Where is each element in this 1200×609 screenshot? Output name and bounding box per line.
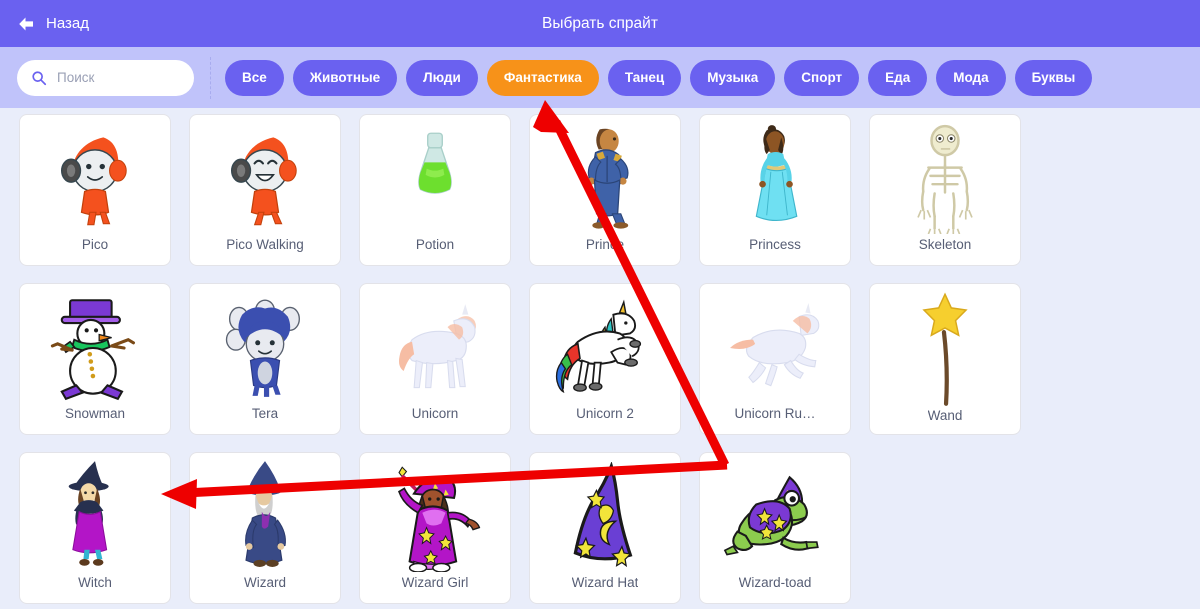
sprite-grid-area[interactable]: Pico Pico Walking Potion Prince Princess… [0,108,1200,609]
sprite-card[interactable]: Wizard Hat [529,452,681,604]
category-tab-буквы[interactable]: Буквы [1014,59,1093,96]
sprite-card[interactable]: Unicorn Ru… [699,283,851,435]
pico-sprite [20,115,170,237]
skeleton-sprite [870,115,1020,237]
category-tab-label: Фантастика [503,70,582,85]
prince-sprite [530,115,680,237]
category-tab-label: Спорт [801,70,843,85]
snowman-sprite [20,284,170,406]
back-button[interactable]: Назад [16,14,89,34]
sprite-grid: Pico Pico Walking Potion Prince Princess… [0,114,1200,609]
sprite-card[interactable]: Tera [189,283,341,435]
sprite-card-label: Prince [585,237,625,252]
search-icon [31,70,47,86]
sprite-card-label: Tera [251,406,279,421]
sprite-card[interactable]: Potion [359,114,511,266]
sprite-card-label: Unicorn Ru… [734,406,816,421]
back-button-label: Назад [46,15,89,32]
category-tab-label: Все [242,70,267,85]
sprite-card[interactable]: Snowman [19,283,171,435]
sprite-card-label: Unicorn [411,406,459,421]
search-input[interactable] [55,69,179,86]
princess-sprite [700,115,850,237]
potion-sprite [360,115,510,237]
page-title: Выбрать спрайт [542,14,658,32]
sprite-card-label: Wizard [243,575,286,590]
category-tab-музыка[interactable]: Музыка [690,59,776,96]
filter-toolbar: Все Животные Люди Фантастика Танец Музыка Спор… [0,47,1200,108]
sprite-card-label: Potion [415,237,455,252]
category-tabs: Все Животные Люди Фантастика Танец Музыка Спор… [225,59,1093,96]
tera-sprite [190,284,340,406]
sprite-card[interactable]: Wizard Girl [359,452,511,604]
sprite-card-label: Witch [78,575,112,590]
wizard-toad-sprite [700,453,850,575]
category-tab-label: Буквы [1031,70,1076,85]
category-tab-люди[interactable]: Люди [406,59,478,96]
category-tab-label: Люди [423,70,461,85]
sprite-card[interactable]: Wizard-toad [699,452,851,604]
sprite-card[interactable]: Unicorn [359,283,511,435]
sprite-card[interactable]: Pico Walking [189,114,341,266]
sprite-card-label: Wizard Hat [571,575,639,590]
unicorn-running-sprite [700,284,850,406]
unicorn-2-sprite [530,284,680,406]
sprite-card-label: Wand [927,408,963,423]
sprite-card-label: Skeleton [918,237,972,252]
sprite-card-label: Princess [749,237,801,252]
sprite-card[interactable]: Skeleton [869,114,1021,266]
witch-sprite [20,453,170,575]
sprite-card[interactable]: Wand [869,283,1021,435]
sprite-card[interactable]: Witch [19,452,171,604]
category-tab-животные[interactable]: Животные [292,59,398,96]
category-tab-мода[interactable]: Мода [936,59,1006,96]
search-box[interactable] [17,59,194,96]
category-tab-еда[interactable]: Еда [868,59,928,96]
category-tab-спорт[interactable]: Спорт [784,59,860,96]
category-tab-танец[interactable]: Танец [607,59,682,96]
category-tab-все[interactable]: Все [225,59,284,96]
sprite-card[interactable]: Princess [699,114,851,266]
wizard-hat-sprite [530,453,680,575]
wizard-sprite [190,453,340,575]
unicorn-sprite [360,284,510,406]
sprite-card[interactable]: Wizard [189,452,341,604]
sprite-card-label: Unicorn 2 [576,406,634,421]
sprite-picker-screen: Назад Выбрать спрайт Все Животные Люди Фант… [0,0,1200,609]
sprite-card[interactable]: Unicorn 2 [529,283,681,435]
header-bar: Назад Выбрать спрайт [0,0,1200,47]
wizard-girl-sprite [360,453,510,575]
pico-walking-sprite [190,115,340,237]
sprite-card-label: Wizard-toad [738,575,812,590]
category-tab-label: Танец [624,70,665,85]
sprite-card-label: Pico Walking [226,237,304,252]
category-tab-label: Еда [885,70,911,85]
category-tab-label: Животные [309,70,381,85]
sprite-card[interactable]: Prince [529,114,681,266]
wand-sprite [870,284,1020,408]
arrow-left-icon [16,14,36,34]
sprite-card-label: Snowman [64,406,126,421]
category-tab-фантастика[interactable]: Фантастика [486,59,599,96]
sprite-card-label: Wizard Girl [401,575,469,590]
toolbar-divider [210,56,211,99]
sprite-card-label: Pico [81,237,109,252]
sprite-card[interactable]: Pico [19,114,171,266]
category-tab-label: Музыка [707,70,759,85]
category-tab-label: Мода [953,70,989,85]
